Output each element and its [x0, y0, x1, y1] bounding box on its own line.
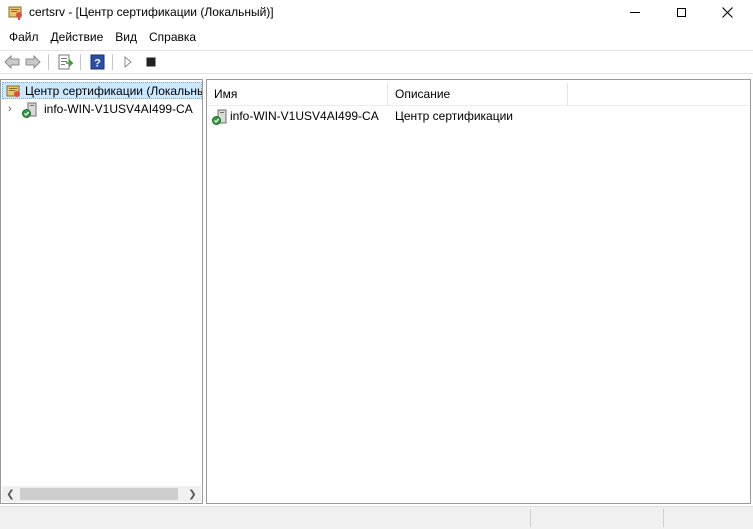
forward-arrow-icon: [25, 55, 41, 69]
list-item-name: info-WIN-V1USV4AI499-CA: [230, 109, 379, 123]
start-service-button[interactable]: [119, 53, 137, 71]
forward-button[interactable]: [24, 53, 42, 71]
tree-root-item[interactable]: Центр сертификации (Локальны: [2, 82, 202, 99]
menu-bar: Файл Действие Вид Справка: [0, 28, 753, 46]
close-button[interactable]: [704, 0, 750, 24]
title-bar: certsrv - [Центр сертификации (Локальный…: [0, 0, 753, 24]
help-button[interactable]: ?: [88, 53, 106, 71]
maximize-button[interactable]: [658, 0, 704, 24]
minimize-button[interactable]: [612, 0, 658, 24]
toolbar-separator: [48, 54, 49, 70]
menu-file[interactable]: Файл: [0, 28, 45, 46]
menu-view[interactable]: Вид: [109, 28, 143, 46]
status-bar-divider: [663, 509, 664, 527]
maximize-icon: [676, 7, 686, 17]
toolbar-separator: [80, 54, 81, 70]
certification-authority-icon: [6, 83, 22, 102]
help-icon: ?: [90, 54, 104, 70]
scrollbar-thumb[interactable]: [20, 488, 178, 500]
tree-root-label: Центр сертификации (Локальны: [25, 84, 203, 98]
close-icon: [721, 6, 733, 18]
back-arrow-icon: [4, 55, 20, 69]
window-title: certsrv - [Центр сертификации (Локальный…: [29, 5, 274, 19]
ca-server-icon: [212, 109, 228, 128]
back-button[interactable]: [3, 53, 21, 71]
list-item-description: Центр сертификации: [395, 109, 514, 123]
scroll-left-icon[interactable]: ❮: [2, 486, 19, 502]
stop-service-button[interactable]: [142, 53, 160, 71]
toolbar: ?: [0, 50, 753, 74]
list-header: Имя Описание: [207, 83, 750, 106]
console-tree-pane[interactable]: Центр сертификации (Локальны › info-WIN-…: [0, 79, 203, 504]
certsrv-app-icon: [8, 4, 24, 20]
status-bar-divider: [530, 509, 531, 527]
menu-help[interactable]: Справка: [143, 28, 202, 46]
column-header-description[interactable]: Описание: [388, 83, 568, 105]
list-item[interactable]: info-WIN-V1USV4AI499-CA Центр сертификац…: [207, 107, 750, 125]
scroll-right-icon[interactable]: ❯: [184, 486, 201, 502]
horizontal-scrollbar[interactable]: ❮ ❯: [2, 486, 201, 502]
results-pane[interactable]: Имя Описание info-WIN-V1USV4AI499-CA Цен…: [206, 79, 751, 504]
minimize-icon: [630, 11, 640, 13]
tree-item-label: info-WIN-V1USV4AI499-CA: [44, 102, 193, 116]
stop-service-icon: [146, 57, 156, 67]
svg-text:?: ?: [94, 58, 101, 70]
start-service-icon: [124, 56, 132, 68]
export-list-button[interactable]: [56, 53, 74, 71]
tree-item-ca-server[interactable]: › info-WIN-V1USV4AI499-CA: [1, 101, 201, 119]
chevron-right-icon[interactable]: ›: [8, 103, 12, 115]
column-header-name[interactable]: Имя: [207, 83, 388, 105]
toolbar-separator: [112, 54, 113, 70]
menu-action[interactable]: Действие: [45, 28, 110, 46]
status-bar: [0, 506, 753, 529]
ca-server-icon: [22, 102, 38, 121]
export-list-icon: [58, 54, 73, 70]
